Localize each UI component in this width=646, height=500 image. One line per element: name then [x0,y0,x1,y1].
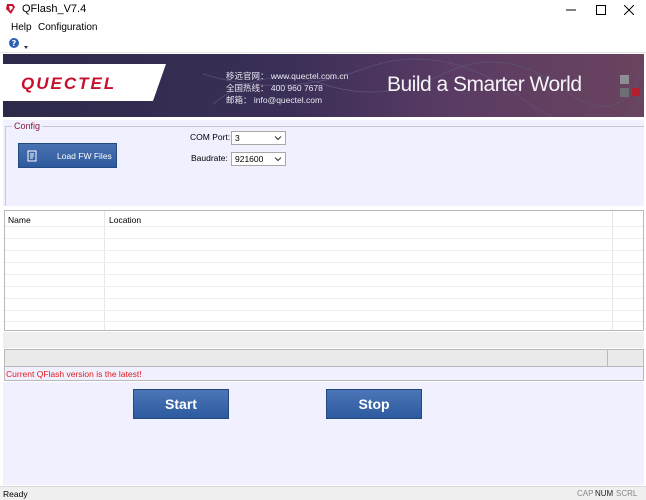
maximize-icon [596,4,606,15]
table-row [5,262,643,263]
table-row [5,238,643,239]
close-icon [624,4,634,15]
deco-square [632,88,640,96]
progress-percent-cell [608,349,644,367]
file-icon [27,150,37,161]
baudrate-label: Baudrate: [191,153,228,163]
help-icon: ? [9,38,28,49]
table-row [5,321,643,322]
scroll-lock-indicator: SCRL [616,489,638,498]
separator-area [3,332,644,348]
brand-logo: QUECTEL [21,74,117,93]
toolbar [0,35,646,53]
svg-text:?: ? [12,39,17,48]
caps-lock-indicator: CAP [577,489,594,498]
banner-email: 邮箱： info@quectel.com [226,95,323,105]
num-lock-indicator: NUM [595,489,614,498]
window-title: QFlash_V7.4 [22,3,87,15]
banner-website: 移远官网： www.quectel.com.cn [226,71,349,81]
action-panel [3,382,644,485]
menu-configuration[interactable]: Configuration [38,22,97,33]
close-button[interactable] [614,0,644,19]
version-message: Current QFlash version is the latest! [6,369,142,379]
maximize-button[interactable] [586,0,616,19]
deco-square [620,88,629,97]
com-port-label: COM Port: [190,132,231,142]
file-table[interactable] [4,210,644,331]
column-header-name[interactable]: Name [8,215,31,225]
banner-slogan: Build a Smarter World [387,73,582,96]
banner-hotline: 全国热线： 400 960 7678 [226,83,323,93]
com-port-value: 3 [235,133,240,143]
com-port-select[interactable]: 3 [231,131,286,145]
progress-bar [4,349,608,367]
table-row [5,298,643,299]
deco-square [620,75,629,84]
load-fw-button[interactable]: Load FW Files [18,143,117,168]
chevron-down-icon [274,136,282,141]
status-bar [0,486,646,500]
status-text: Ready [3,489,28,499]
baudrate-value: 921600 [235,154,264,164]
column-header-location[interactable]: Location [109,215,141,225]
table-row [5,250,643,251]
banner: QUECTEL 移远官网： www.quectel.com.cn 全国热线： 4… [3,54,644,117]
table-row [5,274,643,275]
start-button[interactable]: Start [133,389,229,419]
table-row [5,286,643,287]
minimize-icon [566,9,576,10]
chevron-down-icon [274,157,282,162]
column-divider [104,211,105,330]
load-fw-label: Load FW Files [57,150,112,161]
baudrate-select[interactable]: 921600 [231,152,286,166]
config-legend: Config [12,121,43,131]
title-bar [0,0,646,19]
table-row [5,310,643,311]
stop-button[interactable]: Stop [326,389,422,419]
help-tool-button[interactable]: ? [7,37,29,51]
minimize-button[interactable] [556,0,586,19]
menu-help[interactable]: Help [11,22,32,33]
app-logo-icon [6,4,15,14]
column-divider [612,211,613,330]
table-row [5,226,643,227]
